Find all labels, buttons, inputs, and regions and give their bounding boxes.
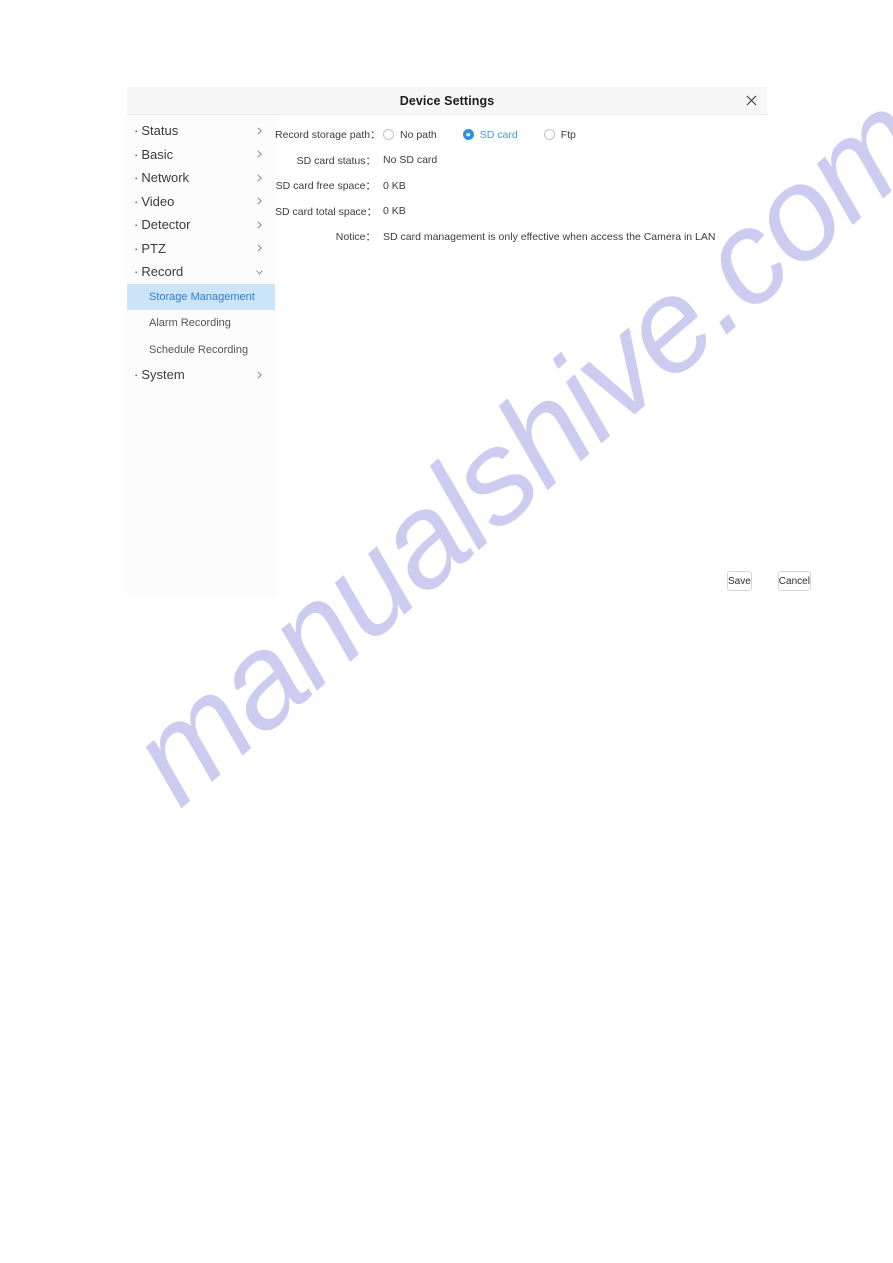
sidebar-item-system[interactable]: · System xyxy=(127,363,275,387)
radio-label: No path xyxy=(400,128,437,141)
cancel-button[interactable]: Cancel xyxy=(777,571,811,591)
bullet-icon: · xyxy=(134,146,139,162)
sd-card-free-space-value: 0 KB xyxy=(383,179,406,192)
dialog-body: · Status · Basic · Network · Video · Det… xyxy=(127,115,811,598)
sidebar-subitem-label: Storage Management xyxy=(149,290,255,303)
chevron-down-icon xyxy=(255,267,264,276)
sidebar-item-network[interactable]: · Network xyxy=(127,166,275,190)
bullet-icon: · xyxy=(134,123,139,139)
sd-card-free-space-label: SD card free space： xyxy=(275,180,376,192)
bullet-icon: · xyxy=(134,240,139,256)
bullet-icon: · xyxy=(134,264,139,280)
sidebar-item-label: Status xyxy=(141,123,179,139)
sidebar-item-record[interactable]: · Record xyxy=(127,260,275,284)
sidebar-item-label: Record xyxy=(141,264,184,280)
chevron-right-icon xyxy=(255,173,264,182)
bullet-icon: · xyxy=(134,170,139,186)
sidebar-item-basic[interactable]: · Basic xyxy=(127,143,275,167)
chevron-right-icon xyxy=(255,370,264,379)
sd-card-total-space-label: SD card total space： xyxy=(275,205,378,218)
sd-card-total-space-row: SD card total space： 0 KB xyxy=(275,203,767,220)
sd-card-status-label: SD card status： xyxy=(296,154,376,167)
radio-option-ftp[interactable]: Ftp xyxy=(543,128,576,141)
sidebar-item-label: PTZ xyxy=(141,240,166,256)
sidebar-item-alarm-recording[interactable]: Alarm Recording xyxy=(127,310,275,337)
sidebar-item-label: Basic xyxy=(141,146,174,162)
radio-circle-icon xyxy=(543,129,555,140)
sidebar-subitem-label: Schedule Recording xyxy=(149,343,249,356)
sd-card-free-space-row: SD card free space： 0 KB xyxy=(275,177,767,194)
radio-circle-icon xyxy=(462,129,474,140)
chevron-right-icon xyxy=(255,197,264,206)
sd-card-status-value: No SD card xyxy=(383,154,438,166)
chevron-right-icon xyxy=(255,244,264,253)
bullet-icon: · xyxy=(134,367,139,383)
sidebar-item-detector[interactable]: · Detector xyxy=(127,213,275,237)
sidebar-item-label: System xyxy=(141,367,185,383)
record-storage-path-radio-group: No path SD card Ftp xyxy=(383,129,576,141)
radio-option-sd-card[interactable]: SD card xyxy=(462,128,518,141)
radio-label: Ftp xyxy=(560,128,576,141)
sidebar-item-video[interactable]: · Video xyxy=(127,190,275,214)
record-storage-path-row: Record storage path： No path SD card Ftp xyxy=(275,126,767,143)
sd-card-total-space-value: 0 KB xyxy=(383,205,406,217)
sidebar-item-storage-management[interactable]: Storage Management xyxy=(127,283,275,310)
chevron-right-icon xyxy=(255,150,264,159)
dialog-titlebar: Device Settings xyxy=(127,87,767,115)
dialog-footer: Save Cancel xyxy=(275,571,811,591)
sidebar-subitem-label: Alarm Recording xyxy=(149,317,231,330)
sidebar-item-schedule-recording[interactable]: Schedule Recording xyxy=(127,337,275,364)
radio-label: SD card xyxy=(479,128,518,141)
notice-row: Notice： SD card management is only effec… xyxy=(275,228,767,245)
sidebar-item-status[interactable]: · Status xyxy=(127,119,275,143)
chevron-right-icon xyxy=(255,126,264,135)
sidebar-item-label: Detector xyxy=(141,217,191,233)
notice-label: Notice： xyxy=(335,231,376,243)
save-button[interactable]: Save xyxy=(727,571,752,591)
sidebar-item-ptz[interactable]: · PTZ xyxy=(127,237,275,261)
bullet-icon: · xyxy=(134,217,139,233)
sidebar-item-label: Network xyxy=(141,170,190,186)
record-storage-path-label: Record storage path： xyxy=(275,129,381,141)
sidebar: · Status · Basic · Network · Video · Det… xyxy=(127,115,275,598)
radio-circle-icon xyxy=(383,129,394,140)
settings-content: Record storage path： No path SD card Ftp xyxy=(275,115,811,598)
notice-value: SD card management is only effective whe… xyxy=(383,230,716,243)
dialog-title: Device Settings xyxy=(399,93,495,108)
radio-option-no-path[interactable]: No path xyxy=(383,129,437,141)
sd-card-status-row: SD card status： No SD card xyxy=(275,152,767,169)
chevron-right-icon xyxy=(255,220,264,229)
bullet-icon: · xyxy=(134,193,139,209)
sidebar-item-label: Video xyxy=(141,193,175,209)
close-icon[interactable] xyxy=(740,90,762,112)
device-settings-dialog: Device Settings · Status · Basic · Netwo… xyxy=(127,87,811,598)
